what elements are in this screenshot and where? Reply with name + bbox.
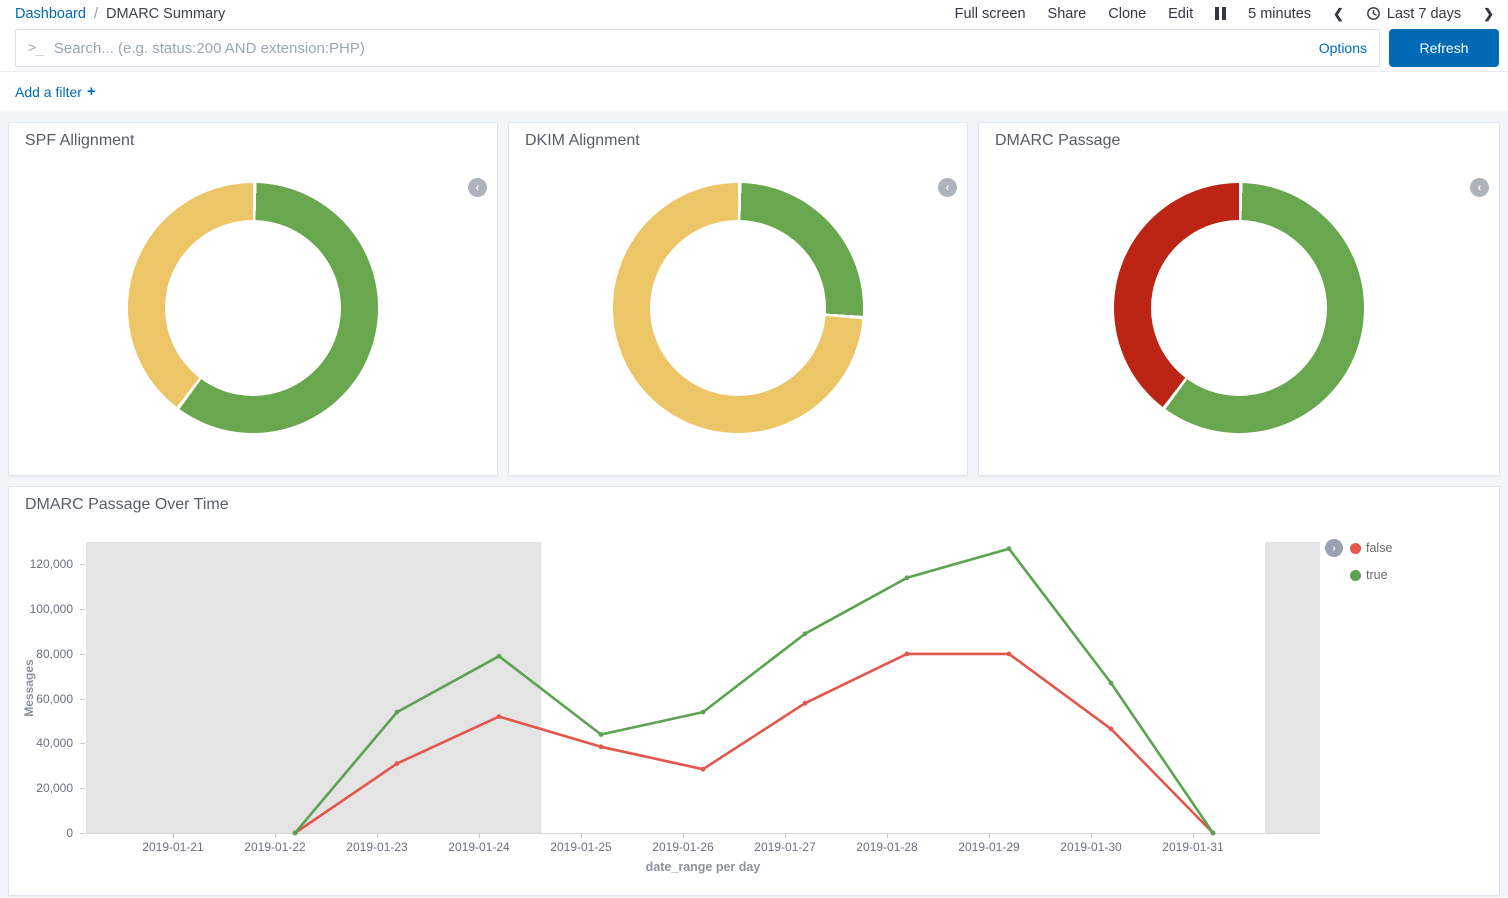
menu-clone[interactable]: Clone bbox=[1108, 6, 1146, 22]
breadcrumb-separator: / bbox=[94, 6, 98, 22]
y-axis-tick-label: 100,000 bbox=[9, 602, 73, 616]
dashboard-menu: Full screen Share Clone Edit 5 minutes ❮… bbox=[955, 6, 1494, 22]
line-chart[interactable]: 0 20,000 40,000 60,000 80,000 100,000 120,000 2… bbox=[9, 514, 1499, 886]
x-axis-tick-label: 2019-01-30 bbox=[1060, 840, 1121, 854]
menu-edit[interactable]: Edit bbox=[1168, 6, 1193, 22]
menu-full-screen[interactable]: Full screen bbox=[955, 6, 1026, 22]
refresh-interval-label[interactable]: 5 minutes bbox=[1248, 6, 1311, 22]
timeseries-plot[interactable] bbox=[86, 542, 1320, 833]
legend-collapse-icon[interactable]: ‹ bbox=[938, 178, 957, 197]
y-axis-tick-label: 20,000 bbox=[9, 781, 73, 795]
panel-dmarc-passage-over-time: DMARC Passage Over Time 0 20,000 40,000 60,… bbox=[8, 486, 1500, 896]
y-axis-tick bbox=[80, 833, 85, 834]
dkim-donut-chart[interactable] bbox=[613, 183, 863, 433]
panel-title: DMARC Passage bbox=[979, 123, 1499, 150]
donut-chart-area bbox=[9, 152, 497, 464]
refresh-button[interactable]: Refresh bbox=[1389, 29, 1499, 67]
dmarc-donut-chart[interactable] bbox=[1114, 183, 1364, 433]
query-bar: >_ Search... (e.g. status:200 AND extens… bbox=[0, 27, 1508, 71]
legend-item[interactable]: › false bbox=[1325, 539, 1392, 557]
search-input[interactable]: >_ Search... (e.g. status:200 AND extens… bbox=[15, 29, 1380, 67]
pause-icon[interactable] bbox=[1215, 7, 1226, 20]
options-link[interactable]: Options bbox=[1319, 40, 1367, 56]
legend-series-label[interactable]: true bbox=[1366, 568, 1388, 582]
time-forward-icon[interactable]: ❯ bbox=[1483, 6, 1494, 22]
plus-icon: + bbox=[87, 83, 96, 100]
x-axis-tick-label: 2019-01-24 bbox=[448, 840, 509, 854]
panel-dmarc-passage: DMARC Passage ‹ bbox=[978, 122, 1500, 476]
x-axis-title: date_range per day bbox=[646, 860, 761, 874]
y-axis-tick-label: 120,000 bbox=[9, 557, 73, 571]
clock-icon bbox=[1366, 6, 1381, 21]
y-axis-tick-label: 80,000 bbox=[9, 647, 73, 661]
donut-chart-area bbox=[979, 152, 1499, 464]
y-axis-title: Messages bbox=[22, 659, 36, 716]
search-placeholder: Search... (e.g. status:200 AND extension… bbox=[54, 40, 1307, 57]
y-axis-tick-label: 0 bbox=[9, 826, 73, 840]
y-axis-tick bbox=[80, 609, 85, 610]
query-prompt-icon: >_ bbox=[28, 40, 43, 56]
spf-donut-chart[interactable] bbox=[128, 183, 378, 433]
donut-hole bbox=[165, 220, 341, 396]
y-axis-tick bbox=[80, 654, 85, 655]
y-axis-tick bbox=[80, 743, 85, 744]
legend-collapse-icon[interactable]: ‹ bbox=[468, 178, 487, 197]
legend-series-label[interactable]: false bbox=[1366, 541, 1392, 555]
dashboard-grid: SPF Allignment ‹ DKIM Alignment ‹ DMARC … bbox=[0, 111, 1508, 897]
top-navigation-bar: Dashboard / DMARC Summary Full screen Sh… bbox=[0, 0, 1508, 27]
add-filter-link[interactable]: Add a filter + bbox=[15, 83, 96, 100]
breadcrumb-current: DMARC Summary bbox=[106, 6, 225, 22]
chart-legend: › false true bbox=[1325, 539, 1392, 584]
y-axis-tick-label: 60,000 bbox=[9, 692, 73, 706]
menu-share[interactable]: Share bbox=[1048, 6, 1087, 22]
legend-item[interactable]: true bbox=[1350, 566, 1392, 584]
x-axis-tick-label: 2019-01-21 bbox=[142, 840, 203, 854]
x-axis-tick-label: 2019-01-23 bbox=[346, 840, 407, 854]
y-axis-tick bbox=[80, 699, 85, 700]
panel-title: DMARC Passage Over Time bbox=[9, 487, 1499, 514]
breadcrumb: Dashboard / DMARC Summary bbox=[15, 6, 225, 22]
panel-dkim-alignment: DKIM Alignment ‹ bbox=[508, 122, 968, 476]
breadcrumb-dashboard-link[interactable]: Dashboard bbox=[15, 6, 86, 22]
y-axis-tick bbox=[80, 564, 85, 565]
y-axis-tick bbox=[80, 788, 85, 789]
x-axis-tick-label: 2019-01-27 bbox=[754, 840, 815, 854]
donut-panels-row: SPF Allignment ‹ DKIM Alignment ‹ DMARC … bbox=[8, 122, 1500, 476]
panel-spf-allignment: SPF Allignment ‹ bbox=[8, 122, 498, 476]
legend-series-dot-icon bbox=[1350, 543, 1361, 554]
filter-bar: Add a filter + bbox=[0, 71, 1508, 111]
x-axis-tick-label: 2019-01-26 bbox=[652, 840, 713, 854]
x-axis-tick-label: 2019-01-29 bbox=[958, 840, 1019, 854]
donut-hole bbox=[650, 220, 826, 396]
x-axis-tick-label: 2019-01-22 bbox=[244, 840, 305, 854]
time-range-label: Last 7 days bbox=[1387, 6, 1461, 22]
y-axis-tick-label: 40,000 bbox=[9, 736, 73, 750]
time-range-picker[interactable]: Last 7 days bbox=[1366, 6, 1461, 22]
donut-chart-area bbox=[509, 152, 967, 464]
panel-title: DKIM Alignment bbox=[509, 123, 967, 150]
x-axis-tick-label: 2019-01-31 bbox=[1162, 840, 1223, 854]
panel-title: SPF Allignment bbox=[9, 123, 497, 150]
x-axis-tick-label: 2019-01-25 bbox=[550, 840, 611, 854]
donut-hole bbox=[1151, 220, 1327, 396]
legend-collapse-icon[interactable]: ‹ bbox=[1470, 178, 1489, 197]
add-filter-label: Add a filter bbox=[15, 84, 82, 100]
time-back-icon[interactable]: ❮ bbox=[1333, 6, 1344, 22]
legend-expand-icon[interactable]: › bbox=[1325, 539, 1343, 557]
x-axis-tick-label: 2019-01-28 bbox=[856, 840, 917, 854]
legend-series-dot-icon bbox=[1350, 570, 1361, 581]
